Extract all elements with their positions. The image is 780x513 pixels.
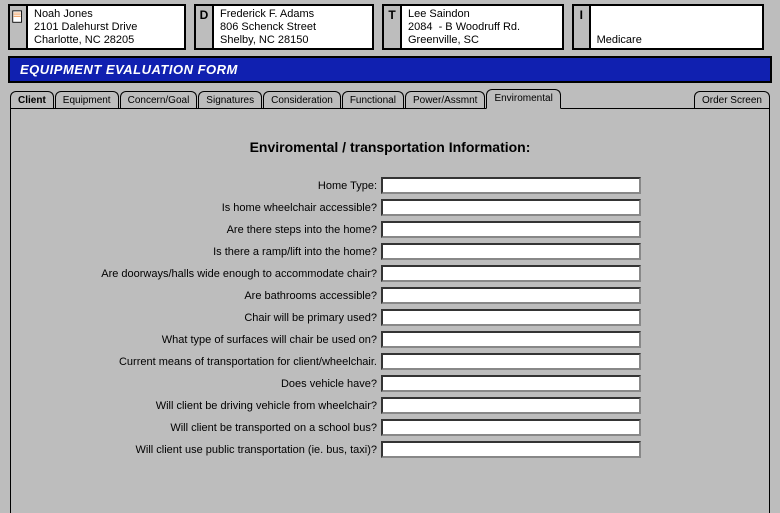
form-row: Is home wheelchair accessible? [71,199,709,216]
insurer-primary: Medicare [591,32,762,47]
field-input[interactable] [381,287,641,304]
insurer-info-content: Medicare Secondary Insurer Here. Tertiar… [591,6,762,48]
form-row: What type of surfaces will chair be used… [71,331,709,348]
form-row: Does vehicle have? [71,375,709,392]
field-label: Current means of transportation for clie… [71,356,381,368]
header-info-bar: Noah Jones 2101 Dalehurst Drive Charlott… [0,0,780,56]
insurer-tag: I [574,6,591,48]
field-label: Will client be driving vehicle from whee… [71,400,381,412]
tab-power-assmnt[interactable]: Power/Assmnt [405,91,485,109]
form-row: Current means of transportation for clie… [71,353,709,370]
therapist-name: Lee Saindon [408,8,470,20]
field-label: Are doorways/halls wide enough to accomm… [71,268,381,280]
tab-equipment[interactable]: Equipment [55,91,119,109]
field-input[interactable] [381,353,641,370]
field-input[interactable] [381,199,641,216]
field-label: Are bathrooms accessible? [71,290,381,302]
form-row: Is there a ramp/lift into the home? [71,243,709,260]
field-input[interactable] [381,309,641,326]
field-input[interactable] [381,243,641,260]
field-label: Is home wheelchair accessible? [71,202,381,214]
patient-info-box[interactable]: Noah Jones 2101 Dalehurst Drive Charlott… [8,4,186,50]
therapist-addr2: Greenville, SC [408,34,479,46]
field-label: Is there a ramp/lift into the home? [71,246,381,258]
form-row: Will client be driving vehicle from whee… [71,397,709,414]
tab-functional[interactable]: Functional [342,91,404,109]
form-fields: Home Type: Is home wheelchair accessible?… [71,177,709,458]
form-row: Chair will be primary used? [71,309,709,326]
field-label: Home Type: [71,180,381,192]
field-input[interactable] [381,419,641,436]
doctor-addr2: Shelby, NC 28150 [220,34,308,46]
patient-addr1: 2101 Dalehurst Drive [34,21,137,33]
field-label: Chair will be primary used? [71,312,381,324]
field-input[interactable] [381,397,641,414]
therapist-info-content: Lee Saindon 2084 - B Woodruff Rd. Greenv… [402,6,526,48]
field-input[interactable] [381,265,641,282]
therapist-info-box[interactable]: T Lee Saindon 2084 - B Woodruff Rd. Gree… [382,4,564,50]
doctor-info-box[interactable]: D Frederick F. Adams 806 Schenck Street … [194,4,374,50]
form-row: Will client use public transportation (i… [71,441,709,458]
form-row: Are doorways/halls wide enough to accomm… [71,265,709,282]
section-title: Enviromental / transportation Informatio… [71,139,709,155]
tab-row: Client Equipment Concern/Goal Signatures… [0,87,780,108]
doctor-tag: D [196,6,214,48]
patient-info-content: Noah Jones 2101 Dalehurst Drive Charlott… [28,6,143,48]
field-input[interactable] [381,331,641,348]
form-title-bar: EQUIPMENT EVALUATION FORM [8,56,772,83]
therapist-tag: T [384,6,402,48]
form-row: Will client be transported on a school b… [71,419,709,436]
tab-order-screen[interactable]: Order Screen [694,91,770,109]
doctor-info-content: Frederick F. Adams 806 Schenck Street Sh… [214,6,322,48]
main-panel: Enviromental / transportation Informatio… [10,108,770,513]
form-row: Are bathrooms accessible? [71,287,709,304]
field-input[interactable] [381,177,641,194]
tab-consideration[interactable]: Consideration [263,91,341,109]
form-row: Are there steps into the home? [71,221,709,238]
field-label: Will client use public transportation (i… [71,444,381,456]
field-label: What type of surfaces will chair be used… [71,334,381,346]
field-label: Are there steps into the home? [71,224,381,236]
tab-signatures[interactable]: Signatures [198,91,262,109]
doctor-name: Frederick F. Adams [220,8,314,20]
field-label: Does vehicle have? [71,378,381,390]
doctor-addr1: 806 Schenck Street [220,21,316,33]
tab-enviromental[interactable]: Enviromental [486,89,560,109]
patient-addr2: Charlotte, NC 28205 [34,34,134,46]
field-input[interactable] [381,221,641,238]
field-input[interactable] [381,375,641,392]
field-label: Will client be transported on a school b… [71,422,381,434]
tab-concern-goal[interactable]: Concern/Goal [120,91,198,109]
form-row: Home Type: [71,177,709,194]
tab-client[interactable]: Client [10,91,54,109]
field-input[interactable] [381,441,641,458]
patient-name: Noah Jones [34,8,93,20]
patient-icon [10,6,28,48]
therapist-addr1: 2084 - B Woodruff Rd. [408,21,520,33]
insurer-info-box[interactable]: I Medicare Secondary Insurer Here. Terti… [572,4,764,50]
